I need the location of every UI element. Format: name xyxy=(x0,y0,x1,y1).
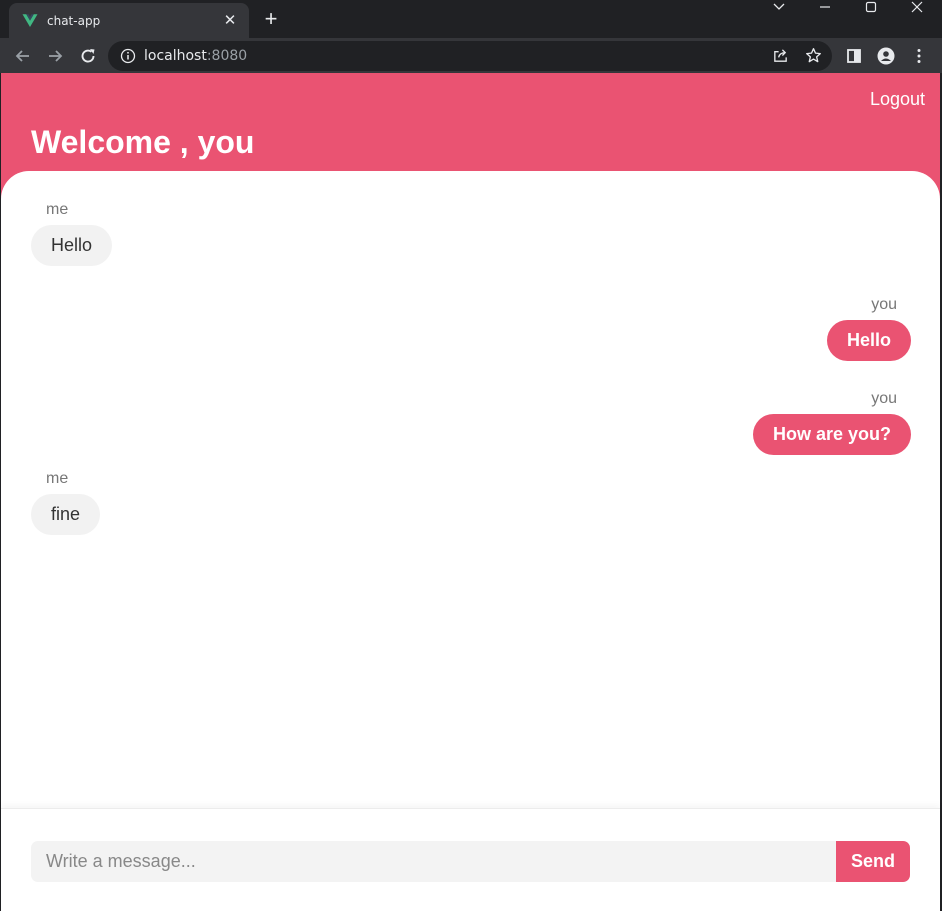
kebab-menu-icon[interactable] xyxy=(906,43,932,69)
welcome-title: Welcome , you xyxy=(31,124,255,160)
profile-avatar-icon[interactable] xyxy=(873,43,899,69)
app-header: Logout Welcome , you xyxy=(1,73,940,171)
message-bubble: Hello xyxy=(31,225,113,266)
message-bubble: fine xyxy=(31,494,101,535)
message-sender: me xyxy=(46,201,69,218)
reload-icon[interactable] xyxy=(75,43,101,69)
address-bar[interactable]: localhost:8080 xyxy=(108,41,832,71)
message-list[interactable]: me Hello you Hello you How are you? me f… xyxy=(1,171,940,808)
message-sender: me xyxy=(46,470,69,487)
browser-tab[interactable]: chat-app ✕ xyxy=(9,3,249,38)
message-bubble: Hello xyxy=(826,320,911,361)
message-item: me Hello xyxy=(31,201,113,266)
composer-bar: Send xyxy=(1,808,940,911)
tab-search-icon[interactable] xyxy=(756,0,802,20)
vue-logo-icon xyxy=(22,13,38,27)
send-button[interactable]: Send xyxy=(836,841,910,882)
close-tab-icon[interactable]: ✕ xyxy=(221,12,239,30)
new-tab-button[interactable]: + xyxy=(259,7,283,31)
share-icon[interactable] xyxy=(772,47,789,64)
message-input[interactable] xyxy=(31,841,836,882)
bookmark-star-icon[interactable] xyxy=(805,47,822,64)
logout-button[interactable]: Logout xyxy=(870,89,925,110)
url-host: localhost xyxy=(144,48,207,64)
message-sender: you xyxy=(871,296,897,313)
info-icon[interactable] xyxy=(120,48,136,64)
url-port: :8080 xyxy=(206,48,248,64)
message-item: you How are you? xyxy=(752,390,911,455)
maximize-icon[interactable] xyxy=(848,0,894,20)
message-bubble: How are you? xyxy=(752,414,911,455)
forward-arrow-icon[interactable] xyxy=(42,43,68,69)
chat-app: Logout Welcome , you me Hello you Hello … xyxy=(1,73,940,911)
side-panel-icon[interactable] xyxy=(841,43,867,69)
message-item: me fine xyxy=(31,470,101,535)
browser-toolbar: localhost:8080 xyxy=(0,38,942,73)
message-sender: you xyxy=(871,390,897,407)
back-arrow-icon[interactable] xyxy=(10,43,36,69)
browser-tabstrip: chat-app ✕ + xyxy=(0,0,942,38)
tab-title: chat-app xyxy=(47,13,101,28)
composer-row: Send xyxy=(31,841,910,882)
close-window-icon[interactable] xyxy=(894,0,940,20)
minimize-icon[interactable] xyxy=(802,0,848,20)
message-item: you Hello xyxy=(826,296,911,361)
